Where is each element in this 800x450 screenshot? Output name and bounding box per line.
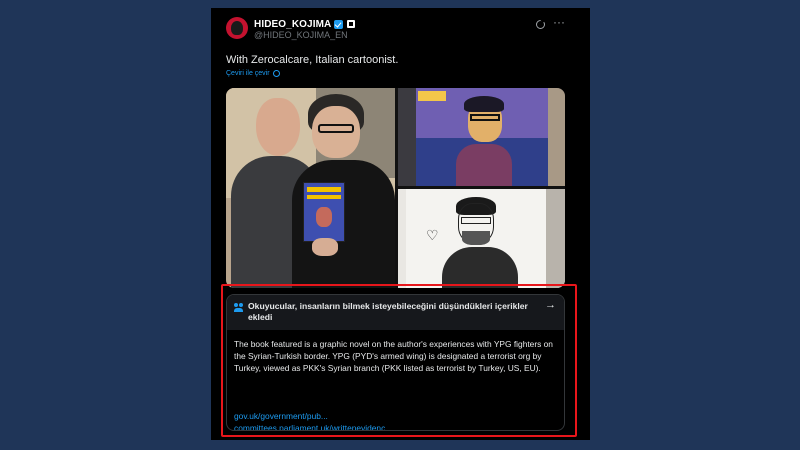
more-icon[interactable]: ··· xyxy=(553,16,565,28)
display-name[interactable]: HIDEO_KOJIMA xyxy=(254,19,331,30)
community-note-header[interactable]: Okuyucular, insanların bilmek isteyebile… xyxy=(227,295,564,330)
people-icon xyxy=(234,303,244,312)
author-row: HIDEO_KOJIMA xyxy=(254,18,356,30)
community-note[interactable]: Okuyucular, insanların bilmek isteyebile… xyxy=(226,294,565,431)
community-note-title: Okuyucular, insanların bilmek isteyebile… xyxy=(248,301,528,322)
heart-icon: ♡ xyxy=(426,227,439,243)
affiliate-badge-icon[interactable] xyxy=(347,20,356,28)
translate-link[interactable]: Çeviri ile çevir xyxy=(226,70,280,77)
photo-sketch[interactable]: ♡ xyxy=(398,189,565,288)
tweet-card: HIDEO_KOJIMA @HIDEO_KOJIMA_EN ··· With Z… xyxy=(211,8,590,440)
globe-icon xyxy=(272,70,280,77)
tweet-text: With Zerocalcare, Italian cartoonist. xyxy=(226,54,399,66)
verified-badge-icon xyxy=(334,19,344,29)
photo-kojima-zerocalcare[interactable] xyxy=(226,88,395,288)
community-note-body: The book featured is a graphic novel on … xyxy=(234,339,553,373)
book-cover xyxy=(303,182,345,242)
arrow-right-icon[interactable]: → xyxy=(545,299,556,311)
handle[interactable]: @HIDEO_KOJIMA_EN xyxy=(254,30,348,40)
grok-icon[interactable] xyxy=(536,20,545,29)
source-link-2[interactable]: committees.parliament.uk/writtenevidenc.… xyxy=(234,423,392,430)
avatar[interactable] xyxy=(226,17,248,39)
translate-label: Çeviri ile çevir xyxy=(226,70,270,77)
source-link-1[interactable]: gov.uk/government/pub... xyxy=(234,411,328,421)
media-grid: ♡ xyxy=(226,88,565,288)
photo-comic-page[interactable] xyxy=(398,88,565,186)
